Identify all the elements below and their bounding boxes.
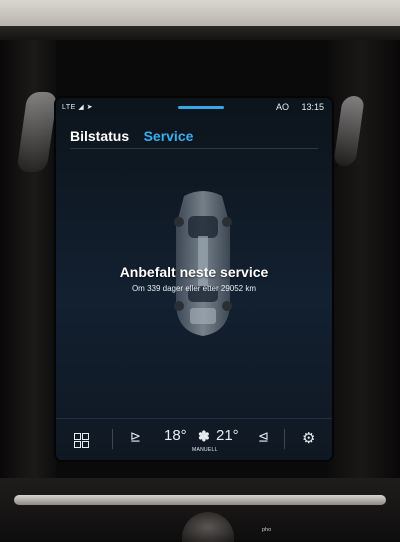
separator (284, 429, 285, 449)
status-indicator: AO (275, 102, 289, 112)
signal-text: LTE (62, 104, 76, 111)
tab-bilstatus[interactable]: Bilstatus (70, 128, 129, 144)
car-illustration (174, 191, 232, 336)
tab-divider (70, 148, 318, 149)
settings-gear-icon[interactable]: ⚙ (302, 429, 315, 447)
tab-service[interactable]: Service (144, 128, 194, 144)
infotainment-screen: LTE ◢ ➤ AO 13:15 Bilstatus Service Anbef… (56, 98, 332, 460)
service-detail: Om 339 dager eller etter 29052 km (131, 284, 257, 293)
top-pull-handle[interactable] (178, 106, 224, 109)
bezel-right (328, 40, 400, 480)
climate-bar: ⊵ 18° ✽ MANUELL 21° ⊴ ⚙ (56, 418, 332, 460)
temperature-left[interactable]: 18° (164, 427, 187, 444)
fan-mode-label: MANUELL (192, 447, 218, 453)
signal-indicator: LTE ◢ ➤ (62, 104, 93, 111)
status-bar: LTE ◢ ➤ AO 13:15 (56, 98, 332, 118)
fan-icon[interactable]: ✽ (198, 428, 210, 445)
dashboard-band (0, 26, 400, 40)
heated-seat-left-icon[interactable]: ⊵ (130, 429, 141, 445)
heated-seat-right-icon[interactable]: ⊴ (258, 429, 269, 445)
dashboard-trim-top (0, 0, 400, 26)
tab-bar: Bilstatus Service (70, 128, 203, 146)
chrome-trim (14, 495, 386, 505)
clock: 13:15 (301, 102, 324, 112)
knob-label: ᵖʰᵒ (262, 526, 272, 535)
separator (112, 429, 113, 449)
temperature-right[interactable]: 21° (216, 427, 239, 444)
service-title: Anbefalt neste service (119, 264, 269, 280)
status-right: AO 13:15 (266, 102, 324, 112)
